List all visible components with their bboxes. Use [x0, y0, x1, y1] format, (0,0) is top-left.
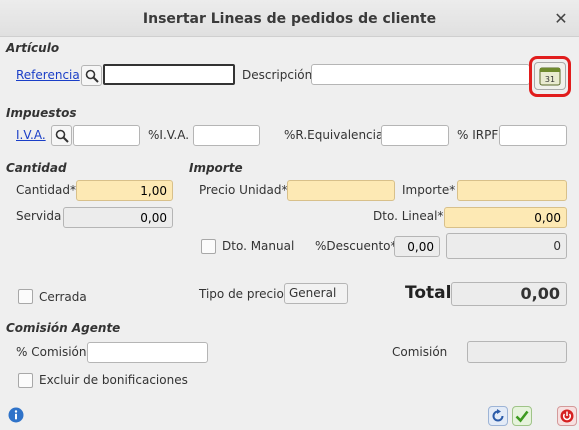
total-label: Total — [405, 283, 452, 303]
accept-button[interactable] — [512, 406, 532, 426]
calendar-day: 31 — [545, 75, 555, 84]
section-cantidad: Cantidad — [6, 161, 67, 175]
section-articulo: Artículo — [6, 41, 60, 55]
pct-irpf-label: % IRPF — [457, 128, 499, 142]
iva-input[interactable] — [73, 125, 140, 146]
excluir-bonificaciones-label: Excluir de bonificaciones — [39, 373, 188, 387]
iva-link[interactable]: I.V.A. — [16, 128, 46, 142]
cantidad-input[interactable] — [76, 180, 173, 201]
power-icon — [560, 409, 574, 423]
descuento-total-field: 0 — [446, 233, 567, 259]
pct-comision-input[interactable] — [87, 342, 208, 363]
importe-label: Importe* — [402, 183, 456, 197]
window-title: Insertar Lineas de pedidos de cliente — [142, 11, 437, 27]
precio-unidad-input[interactable] — [287, 180, 395, 201]
servida-input[interactable] — [63, 207, 173, 228]
refresh-button[interactable] — [488, 406, 508, 426]
pct-comision-label: % Comisión — [16, 345, 87, 359]
comision-label: Comisión — [392, 345, 448, 359]
pct-irpf-input[interactable] — [499, 125, 567, 146]
descripcion-label: Descripción — [242, 68, 313, 82]
dto-manual-checkbox[interactable] — [201, 239, 216, 254]
calendar-icon: 31 — [539, 67, 561, 86]
pct-requiv-label: %R.Equivalencia — [284, 128, 384, 142]
servida-label: Servida — [16, 209, 62, 223]
refresh-icon — [492, 409, 504, 422]
search-referencia-button[interactable] — [81, 65, 102, 86]
search-icon — [55, 129, 69, 143]
search-icon — [85, 69, 99, 83]
total-value: 0,00 — [451, 282, 567, 306]
calendar-button[interactable]: 31 — [534, 62, 566, 90]
section-comision-agente: Comisión Agente — [6, 321, 121, 335]
cancel-button[interactable] — [557, 406, 577, 426]
referencia-link[interactable]: Referencia — [16, 68, 80, 82]
precio-unidad-label: Precio Unidad* — [199, 183, 288, 197]
pct-iva-label: %I.V.A. — [148, 128, 190, 142]
pct-descuento-input[interactable] — [394, 236, 440, 257]
pct-iva-input[interactable] — [193, 125, 260, 146]
dto-manual-label: Dto. Manual — [222, 239, 295, 253]
descripcion-input[interactable] — [311, 64, 530, 85]
referencia-input[interactable] — [103, 64, 235, 85]
pct-requiv-input[interactable] — [381, 125, 449, 146]
section-importe: Importe — [189, 161, 243, 175]
dto-lineal-input[interactable] — [444, 207, 567, 228]
section-impuestos: Impuestos — [6, 106, 77, 120]
tipo-precio-label: Tipo de precio — [199, 287, 284, 301]
tipo-precio-select[interactable]: General — [284, 283, 348, 304]
importe-input[interactable] — [457, 180, 567, 201]
checkmark-icon — [515, 410, 529, 423]
info-button[interactable] — [6, 405, 26, 425]
pct-descuento-label: %Descuento* — [315, 239, 397, 253]
cerrada-label: Cerrada — [39, 290, 87, 304]
cerrada-checkbox[interactable] — [18, 289, 33, 304]
excluir-bonificaciones-checkbox[interactable] — [18, 373, 33, 388]
cantidad-label: Cantidad* — [16, 183, 76, 197]
search-iva-button[interactable] — [51, 125, 72, 146]
info-icon — [8, 407, 24, 423]
dto-lineal-label: Dto. Lineal* — [373, 209, 444, 223]
comision-field — [467, 341, 567, 363]
close-icon[interactable]: ✕ — [551, 9, 571, 29]
